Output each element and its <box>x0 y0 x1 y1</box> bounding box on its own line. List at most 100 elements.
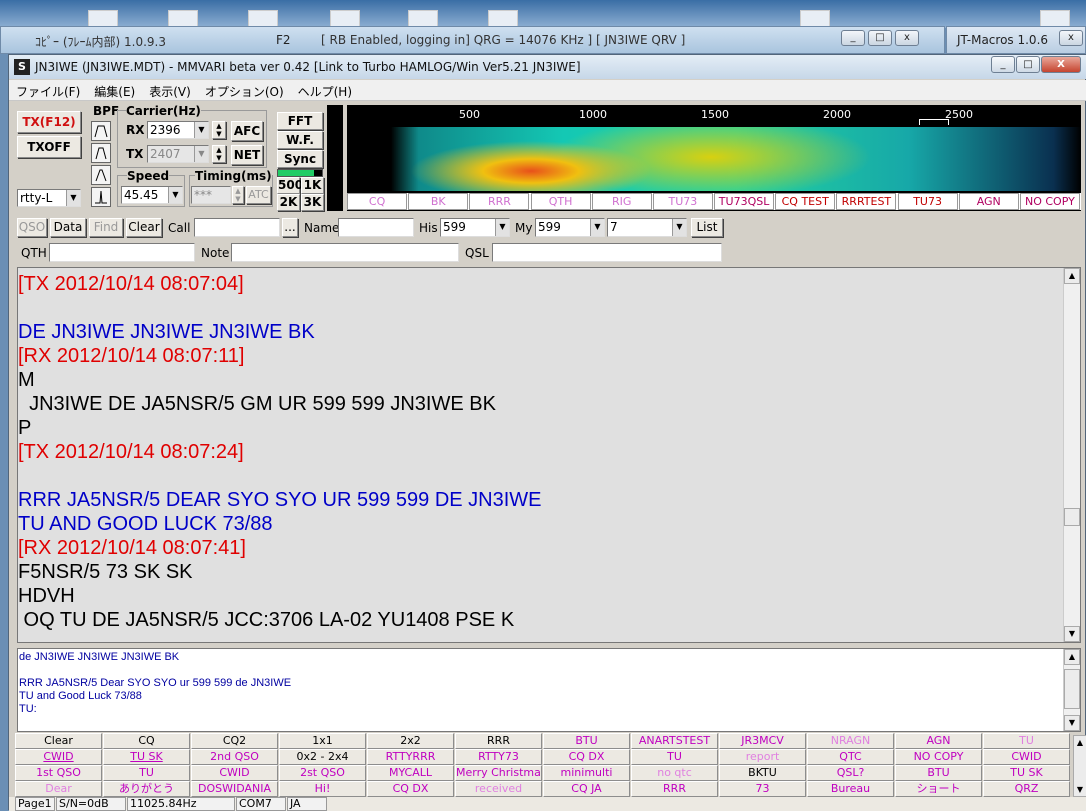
net-button[interactable]: NET <box>231 145 263 165</box>
chevron-down-icon[interactable]: ▼ <box>672 219 686 236</box>
macro-button[interactable]: BTU <box>895 765 982 781</box>
macro-button[interactable]: 1x1 <box>279 733 366 749</box>
macro-button[interactable]: Merry Christmas <box>455 765 542 781</box>
tx-frequency-input[interactable]: 2407 ▼ <box>147 145 209 163</box>
status-page[interactable]: Page1 <box>15 797 55 811</box>
bg-minimize-button[interactable]: _ <box>841 30 865 46</box>
chevron-down-icon[interactable]: ▼ <box>590 219 604 236</box>
jt-close-button[interactable]: x <box>1059 30 1083 46</box>
scroll-down-icon[interactable]: ▼ <box>1074 785 1086 794</box>
timing-spin-button[interactable]: ▲ ▼ <box>232 186 244 204</box>
tx-text-area[interactable]: de JN3IWE JN3IWE JN3IWE BK RRR JA5NSR/5 D… <box>17 648 1081 732</box>
tx-button[interactable]: TX(F12) <box>17 111 81 133</box>
rx-text-area[interactable]: [TX 2012/10/14 08:07:04] DE JN3IWE JN3IWE… <box>17 267 1081 643</box>
find-button[interactable]: Find <box>89 218 123 237</box>
rx-spin-button[interactable]: ▲ ▼ <box>212 121 226 139</box>
rx-frequency-input[interactable]: 2396 ▼ <box>147 121 209 139</box>
macro-top-button[interactable]: AGN <box>958 193 1019 210</box>
macro-button[interactable]: 73 <box>719 781 806 797</box>
macro-button[interactable]: minimulti <box>543 765 630 781</box>
macro-button[interactable]: AGN <box>895 733 982 749</box>
title-bar[interactable]: S JN3IWE (JN3IWE.MDT) - MMVARI beta ver … <box>9 55 1086 79</box>
scroll-down-icon[interactable]: ▼ <box>1064 715 1080 731</box>
chevron-down-icon[interactable]: ▼ <box>168 187 182 203</box>
mode-select[interactable]: rtty-L ▼ <box>17 189 81 207</box>
macro-button[interactable]: CWID <box>15 749 102 765</box>
macro-button[interactable]: 1st QSO <box>15 765 102 781</box>
macro-button[interactable]: JR3MCV <box>719 733 806 749</box>
macro-top-button[interactable]: TU73 <box>897 193 958 210</box>
macro-button[interactable]: ありがとう <box>103 781 190 797</box>
macro-top-button[interactable]: NO COPY <box>1019 193 1080 210</box>
clear-button[interactable]: Clear <box>126 218 162 237</box>
span-2k-button[interactable]: 2K <box>277 194 300 211</box>
macro-button[interactable]: 0x2 - 2x4 <box>279 749 366 765</box>
menu-help[interactable]: ヘルプ(H) <box>291 80 359 100</box>
rx-scrollbar[interactable]: ▲ ▼ <box>1063 268 1080 642</box>
name-input[interactable] <box>338 218 414 237</box>
bpf-wide-button[interactable] <box>91 121 111 141</box>
status-com-port[interactable]: COM7 <box>236 797 286 811</box>
macro-button[interactable]: CWID <box>191 765 278 781</box>
fft-button[interactable]: FFT <box>277 112 323 130</box>
bg-maximize-button[interactable]: □ <box>868 30 892 46</box>
macro-top-button[interactable]: CQ TEST <box>775 193 836 210</box>
my-report-select[interactable]: 599 ▼ <box>535 218 605 237</box>
macro-button[interactable]: received <box>455 781 542 797</box>
macro-button[interactable]: no qtc <box>631 765 718 781</box>
macro-button[interactable]: QSL? <box>807 765 894 781</box>
qth-input[interactable] <box>49 243 195 262</box>
band-select[interactable]: 7 ▼ <box>607 218 687 237</box>
macro-button[interactable]: RTTY73 <box>455 749 542 765</box>
macro-button[interactable]: ショート <box>895 781 982 797</box>
macro-button[interactable]: Dear <box>15 781 102 797</box>
macro-button[interactable]: BTU <box>543 733 630 749</box>
macro-button[interactable]: CWID <box>983 749 1070 765</box>
background-window[interactable]: ｺﾋﾟｰ (ﾌﾚｰﾑ内部) 1.0.9.3 F2 [ RB Enabled, l… <box>0 26 945 54</box>
macro-button[interactable]: BKTU <box>719 765 806 781</box>
scroll-thumb[interactable] <box>1064 669 1080 709</box>
macro-button[interactable]: CQ2 <box>191 733 278 749</box>
macro-top-button[interactable]: RIG <box>591 193 652 210</box>
macro-button[interactable]: Clear <box>15 733 102 749</box>
afc-button[interactable]: AFC <box>231 121 263 141</box>
macro-button[interactable]: QTC <box>807 749 894 765</box>
status-clock[interactable]: 11025.84Hz <box>127 797 235 811</box>
macro-button[interactable]: NRAGN <box>807 733 894 749</box>
sync-button[interactable]: Sync <box>277 150 323 168</box>
close-button[interactable]: X <box>1041 56 1081 73</box>
macro-button[interactable]: NO COPY <box>895 749 982 765</box>
menu-view[interactable]: 表示(V) <box>142 80 198 100</box>
macro-button[interactable]: RRR <box>631 781 718 797</box>
macro-top-button[interactable]: BK <box>408 193 469 210</box>
macro-button[interactable]: 2nd QSO <box>191 749 278 765</box>
list-button[interactable]: List <box>691 218 723 237</box>
macro-button[interactable]: TU <box>631 749 718 765</box>
data-button[interactable]: Data <box>50 218 86 237</box>
jt-macros-window[interactable]: JT-Macros 1.0.6 x <box>946 26 1086 54</box>
his-report-select[interactable]: 599 ▼ <box>440 218 510 237</box>
chevron-down-icon[interactable]: ▼ <box>194 146 208 162</box>
macro-button[interactable]: MYCALL <box>367 765 454 781</box>
bpf-narrow-button[interactable] <box>91 165 111 185</box>
macro-scrollbar[interactable]: ▲ ▼ <box>1073 735 1086 797</box>
macro-button[interactable]: CQ DX <box>367 781 454 797</box>
macro-button[interactable]: DOSWIDANIA <box>191 781 278 797</box>
macro-top-button[interactable]: QTH <box>530 193 591 210</box>
span-1k-button[interactable]: 1K <box>301 177 324 194</box>
timing-input[interactable]: *** <box>191 186 231 204</box>
maximize-button[interactable]: □ <box>1016 56 1040 73</box>
txoff-button[interactable]: TXOFF <box>17 136 81 158</box>
tx-spin-button[interactable]: ▲ ▼ <box>212 145 226 163</box>
chevron-down-icon[interactable]: ▼ <box>194 122 208 138</box>
macro-button[interactable]: RRR <box>455 733 542 749</box>
macro-button[interactable]: QRZ <box>983 781 1070 797</box>
macro-top-button[interactable]: TU73 <box>652 193 713 210</box>
atc-button[interactable]: ATC <box>246 186 271 204</box>
span-500-button[interactable]: 500 <box>277 177 303 194</box>
scroll-down-icon[interactable]: ▼ <box>1064 626 1080 642</box>
macro-button[interactable]: TU SK <box>103 749 190 765</box>
macro-button[interactable]: Hi! <box>279 781 366 797</box>
chevron-down-icon[interactable]: ▼ <box>495 219 509 236</box>
scroll-up-icon[interactable]: ▲ <box>1074 738 1086 747</box>
